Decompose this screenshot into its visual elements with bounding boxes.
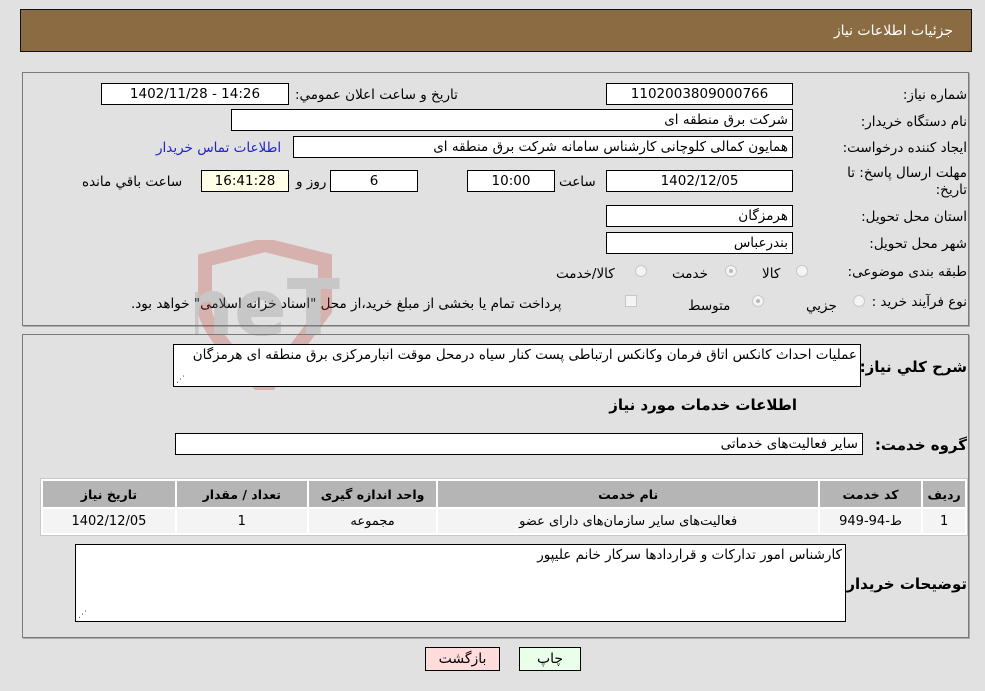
buyer-notes-text: کارشناس امور تدارکات و قراردادها سرکار خ… bbox=[537, 547, 842, 563]
announce-datetime-label: تاریخ و ساعت اعلان عمومي: bbox=[295, 87, 458, 103]
category-radio-goods[interactable] bbox=[796, 265, 808, 277]
need-number-field[interactable]: 1102003809000766 bbox=[606, 83, 793, 105]
category-option-goods: کالا bbox=[762, 266, 781, 282]
category-radio-service[interactable] bbox=[725, 265, 737, 277]
province-field[interactable]: هرمزگان bbox=[606, 205, 793, 227]
service-group-label: گروه خدمت: bbox=[874, 436, 967, 454]
page-header: جزئیات اطلاعات نیاز bbox=[20, 9, 972, 52]
print-button[interactable]: چاپ bbox=[519, 647, 581, 671]
deadline-date-field[interactable]: 1402/12/05 bbox=[606, 170, 793, 192]
buyer-contact-link[interactable]: اطلاعات تماس خریدار bbox=[156, 140, 281, 156]
city-field[interactable]: بندرعباس bbox=[606, 232, 793, 254]
buyer-org-field[interactable]: شرکت برق منطقه ای bbox=[231, 109, 793, 131]
cell-service-code: ط-94-949 bbox=[819, 509, 922, 533]
cell-service-name: فعالیت‌های سایر سازمان‌های دارای عضو bbox=[438, 509, 818, 533]
days-remaining-field[interactable]: 6 bbox=[330, 170, 418, 192]
days-label: روز و bbox=[296, 174, 327, 190]
process-option-medium: متوسط bbox=[688, 298, 731, 314]
process-option-minor: جزيي bbox=[806, 298, 837, 314]
category-radio-goods-service[interactable] bbox=[635, 265, 647, 277]
process-label: نوع فرآیند خرید : bbox=[871, 294, 967, 310]
process-radio-medium[interactable] bbox=[752, 295, 764, 307]
col-header-unit: واحد اندازه گیری bbox=[308, 481, 437, 507]
category-option-goods-service: کالا/خدمت bbox=[556, 266, 615, 282]
requester-label: ایجاد کننده درخواست: bbox=[842, 140, 967, 156]
buyer-notes-textarea[interactable]: کارشناس امور تدارکات و قراردادها سرکار خ… bbox=[75, 544, 846, 622]
category-option-service: خدمت bbox=[672, 266, 708, 282]
cell-quantity: 1 bbox=[176, 509, 307, 533]
resize-grip-icon[interactable]: ⋰ bbox=[176, 376, 185, 385]
cell-unit: مجموعه bbox=[308, 509, 437, 533]
buyer-notes-label: توضیحات خریدار: bbox=[840, 575, 967, 593]
resize-grip-icon[interactable]: ⋰ bbox=[78, 611, 87, 620]
page-title: جزئیات اطلاعات نیاز bbox=[833, 23, 953, 39]
treasury-checkbox[interactable] bbox=[625, 295, 637, 307]
time-remaining-field: 16:41:28 bbox=[201, 170, 289, 192]
services-table: ردیف کد خدمت نام خدمت واحد اندازه گیری ت… bbox=[40, 478, 968, 536]
city-label: شهر محل تحویل: bbox=[869, 236, 967, 252]
treasury-note: پرداخت تمام یا بخشی از مبلغ خرید،از محل … bbox=[131, 296, 562, 312]
col-header-service-name: نام خدمت bbox=[438, 481, 818, 507]
back-button[interactable]: بازگشت bbox=[425, 647, 500, 671]
col-header-need-date: تاریخ نیاز bbox=[43, 481, 175, 507]
cell-need-date: 1402/12/05 bbox=[43, 509, 175, 533]
time-remaining-label: ساعت باقي مانده bbox=[82, 174, 183, 190]
service-group-field[interactable]: سایر فعالیت‌های خدماتی bbox=[175, 433, 863, 455]
services-section-title: اطلاعات خدمات مورد نیاز bbox=[609, 396, 797, 414]
province-label: استان محل تحویل: bbox=[861, 209, 967, 225]
category-label: طبقه بندی موضوعی: bbox=[847, 264, 967, 280]
col-header-row-number: ردیف bbox=[923, 481, 965, 507]
need-number-label: شماره نیاز: bbox=[902, 87, 967, 103]
buyer-org-label: نام دستگاه خریدار: bbox=[860, 114, 967, 130]
description-label: شرح کلي نیاز: bbox=[859, 358, 967, 376]
announce-datetime-field[interactable]: 1402/11/28 - 14:26 bbox=[101, 83, 289, 105]
services-table-wrapper: ردیف کد خدمت نام خدمت واحد اندازه گیری ت… bbox=[40, 478, 968, 536]
table-header-row: ردیف کد خدمت نام خدمت واحد اندازه گیری ت… bbox=[43, 481, 965, 507]
deadline-time-field[interactable]: 10:00 bbox=[467, 170, 555, 192]
table-row: 1 ط-94-949 فعالیت‌های سایر سازمان‌های دا… bbox=[43, 509, 965, 533]
process-radio-minor[interactable] bbox=[853, 295, 865, 307]
deadline-label: مهلت ارسال پاسخ: تا تاریخ: bbox=[847, 165, 967, 198]
col-header-service-code: کد خدمت bbox=[819, 481, 922, 507]
description-text: عملیات احداث کانکس اتاق فرمان وکانکس ارت… bbox=[192, 347, 857, 363]
requester-field[interactable]: همایون کمالی کلوچانی کارشناس سامانه شرکت… bbox=[293, 136, 793, 158]
description-textarea[interactable]: عملیات احداث کانکس اتاق فرمان وکانکس ارت… bbox=[173, 344, 861, 387]
deadline-time-label: ساعت bbox=[559, 174, 596, 190]
cell-row-number: 1 bbox=[923, 509, 965, 533]
col-header-quantity: تعداد / مقدار bbox=[176, 481, 307, 507]
